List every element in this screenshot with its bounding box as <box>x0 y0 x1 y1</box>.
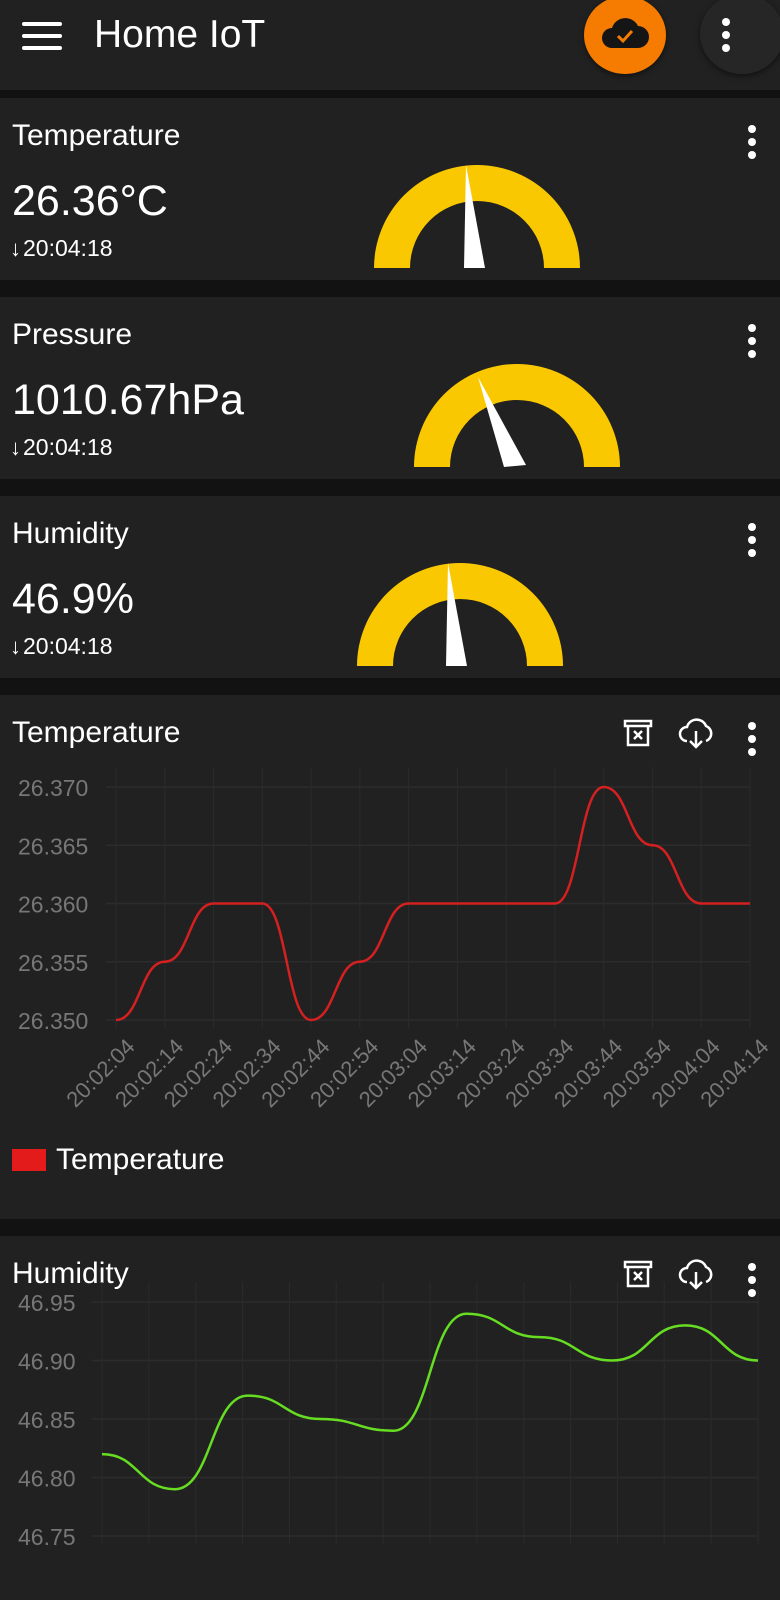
gauge <box>374 165 580 268</box>
chart-title: Temperature <box>12 716 181 749</box>
temperature-line-chart: 26.37026.36526.36026.35526.35020:02:0420… <box>18 767 774 1112</box>
gauge <box>414 364 620 467</box>
updated-time: ↓20:04:18 <box>10 434 113 460</box>
arrow-down-icon: ↓ <box>10 236 21 261</box>
arrow-down-icon: ↓ <box>10 435 21 460</box>
arrow-down-icon: ↓ <box>10 634 21 659</box>
y-tick-label: 46.80 <box>18 1466 76 1492</box>
delete-data-icon[interactable] <box>622 717 654 749</box>
chart-card-temperature: Temperature 26.370 26.365 26.360 26.355 26.3… <box>0 695 780 1219</box>
y-tick-label: 46.90 <box>18 1349 76 1375</box>
y-tick-label: 26.370 <box>18 775 88 801</box>
gauge-card-humidity: Humidity 46.9% ↓20:04:18 <box>0 496 780 678</box>
app-title: Home IoT <box>94 13 266 56</box>
y-tick-label: 26.355 <box>18 950 88 976</box>
y-tick-label: 46.95 <box>18 1290 76 1316</box>
more-vert-icon[interactable] <box>748 125 756 164</box>
cloud-download-icon[interactable] <box>678 717 714 749</box>
hamburger-menu-icon[interactable] <box>22 22 62 50</box>
humidity-line-chart: 46.95 46.90 46.85 46.80 46.75 <box>18 1282 759 1550</box>
cloud-check-icon <box>602 18 649 48</box>
y-tick-label: 46.85 <box>18 1407 76 1433</box>
more-vert-icon[interactable] <box>748 324 756 363</box>
more-vert-icon[interactable] <box>748 523 756 562</box>
card-title: Humidity <box>12 517 129 550</box>
y-tick-label: 26.350 <box>18 1008 88 1034</box>
y-tick-label: 26.365 <box>18 833 88 859</box>
sensor-value: 1010.67hPa <box>12 376 244 424</box>
app-bar: Home IoT <box>0 0 780 90</box>
y-tick-label: 26.360 <box>18 892 88 918</box>
cloud-sync-button[interactable] <box>584 0 666 74</box>
card-title: Temperature <box>12 119 181 152</box>
chart-card-humidity: Humidity 46.95 46.90 46.85 46.80 46.75 <box>0 1236 780 1600</box>
legend-label: Temperature <box>56 1143 225 1176</box>
card-title: Pressure <box>12 318 133 351</box>
gauge <box>357 563 563 666</box>
overflow-menu-button[interactable] <box>700 0 780 74</box>
updated-time: ↓20:04:18 <box>10 235 113 261</box>
sensor-value: 46.9% <box>12 575 134 623</box>
gauge-card-temperature: Temperature 26.36°C ↓20:04:18 <box>0 98 780 280</box>
gauge-card-pressure: Pressure 1010.67hPa ↓20:04:18 <box>0 297 780 479</box>
more-vert-icon <box>722 18 730 57</box>
legend-swatch <box>12 1149 46 1171</box>
y-tick-label: 46.75 <box>18 1524 76 1550</box>
updated-time: ↓20:04:18 <box>10 633 113 659</box>
more-vert-icon[interactable] <box>748 722 756 761</box>
sensor-value: 26.36°C <box>12 177 168 225</box>
